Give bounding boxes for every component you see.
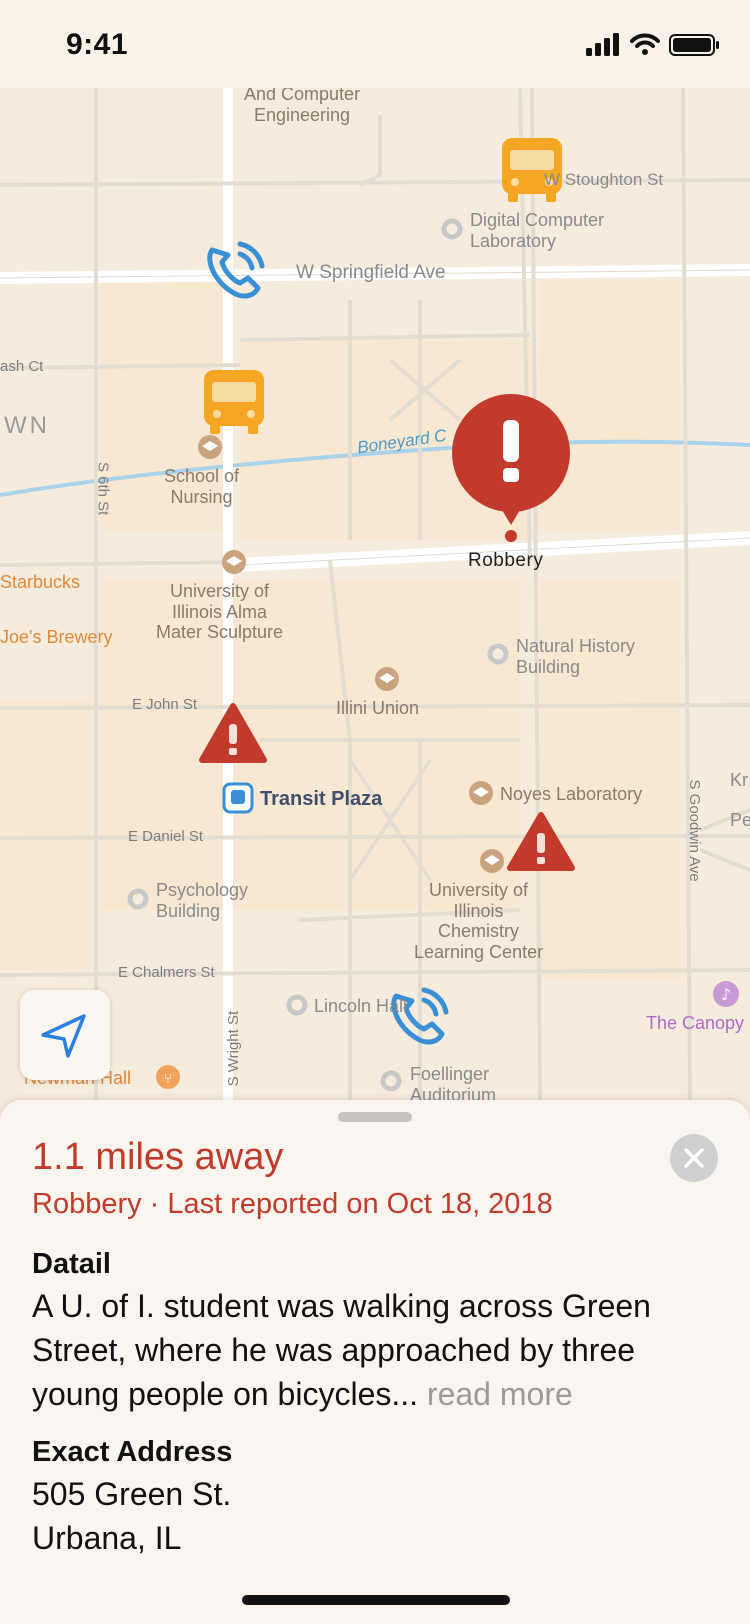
- map-label-nursing: School of Nursing: [164, 466, 240, 507]
- map-label-nash: ash Ct: [0, 358, 44, 375]
- map-label-sixth: S 6th St: [94, 461, 112, 516]
- current-location-button[interactable]: [20, 990, 110, 1080]
- status-time: 9:41: [66, 28, 129, 61]
- map-label-psych: Psychology Building: [156, 880, 249, 921]
- map-label-noyes: Noyes Laboratory: [500, 784, 643, 804]
- svg-text:⑂: ⑂: [164, 1071, 172, 1087]
- transit-plaza-icon: [222, 782, 254, 814]
- map-label-joes: Joe's Brewery: [0, 627, 113, 647]
- map-label-wright: S Wright St: [225, 1010, 243, 1087]
- map-label-kr: Kr: [730, 770, 748, 790]
- music-poi-icon: ♪: [713, 981, 739, 1007]
- restaurant-poi-icon: ⑂: [156, 1065, 180, 1089]
- incident-detail-sheet[interactable]: 1.1 miles away Robbery · Last reported o…: [0, 1100, 750, 1624]
- map-label-nhb: Natural History Building: [516, 636, 636, 677]
- map-label-chem: University of Illinois Chemistry Learnin…: [414, 880, 544, 963]
- map-label-dcl: Digital Computer Laboratory: [470, 210, 605, 251]
- map-label-goodwin: S Goodwin Ave: [685, 779, 703, 882]
- detail-heading: Datail: [32, 1248, 111, 1280]
- sheet-grabber-handle[interactable]: [338, 1112, 412, 1122]
- map-label-chalmers: E Chalmers St: [118, 964, 215, 981]
- detail-text: A U. of I. student was walking across Gr…: [32, 1284, 722, 1416]
- map-label-stoughton: W Stoughton St: [544, 170, 664, 189]
- incident-distance: 1.1 miles away: [32, 1136, 284, 1178]
- map-label-own: WN: [4, 412, 50, 439]
- map-label-springfield: W Springfield Ave: [296, 262, 446, 283]
- map-label-alma: University of Illinois Alma Mater Sculpt…: [156, 581, 284, 643]
- map-label-canopy: The Canopy: [646, 1013, 745, 1033]
- map-label-illini: Illini Union: [336, 698, 420, 718]
- home-indicator[interactable]: [242, 1595, 510, 1605]
- map-label-lincoln: Lincoln Hall: [314, 996, 408, 1016]
- cellular-signal-icon: [586, 33, 619, 56]
- svg-text:♪: ♪: [721, 985, 731, 1004]
- status-icons: [586, 32, 722, 63]
- map-label-ece: And Computer Engineering: [244, 84, 361, 125]
- address-heading: Exact Address: [32, 1436, 233, 1468]
- map-label-daniel: E Daniel St: [128, 828, 204, 845]
- bus-icon[interactable]: [204, 370, 264, 434]
- battery-icon: [669, 34, 719, 56]
- map-label-john: E John St: [132, 696, 198, 713]
- address-line-2: Urbana, IL: [32, 1520, 182, 1556]
- incident-subtitle: Robbery · Last reported on Oct 18, 2018: [32, 1188, 553, 1220]
- map-label-starbucks: Starbucks: [0, 572, 81, 592]
- transit-plaza-label[interactable]: Transit Plaza: [260, 788, 382, 811]
- close-button[interactable]: [670, 1134, 718, 1182]
- wifi-icon: [630, 33, 660, 55]
- location-arrow-icon: [41, 1014, 86, 1058]
- map-label-pe: Pe: [730, 810, 750, 830]
- read-more-link[interactable]: read more: [418, 1376, 573, 1412]
- address-line-1: 505 Green St.: [32, 1476, 232, 1512]
- status-bar: 9:41: [0, 0, 750, 88]
- robbery-pin-label[interactable]: Robbery: [468, 550, 543, 572]
- close-icon: [684, 1148, 704, 1168]
